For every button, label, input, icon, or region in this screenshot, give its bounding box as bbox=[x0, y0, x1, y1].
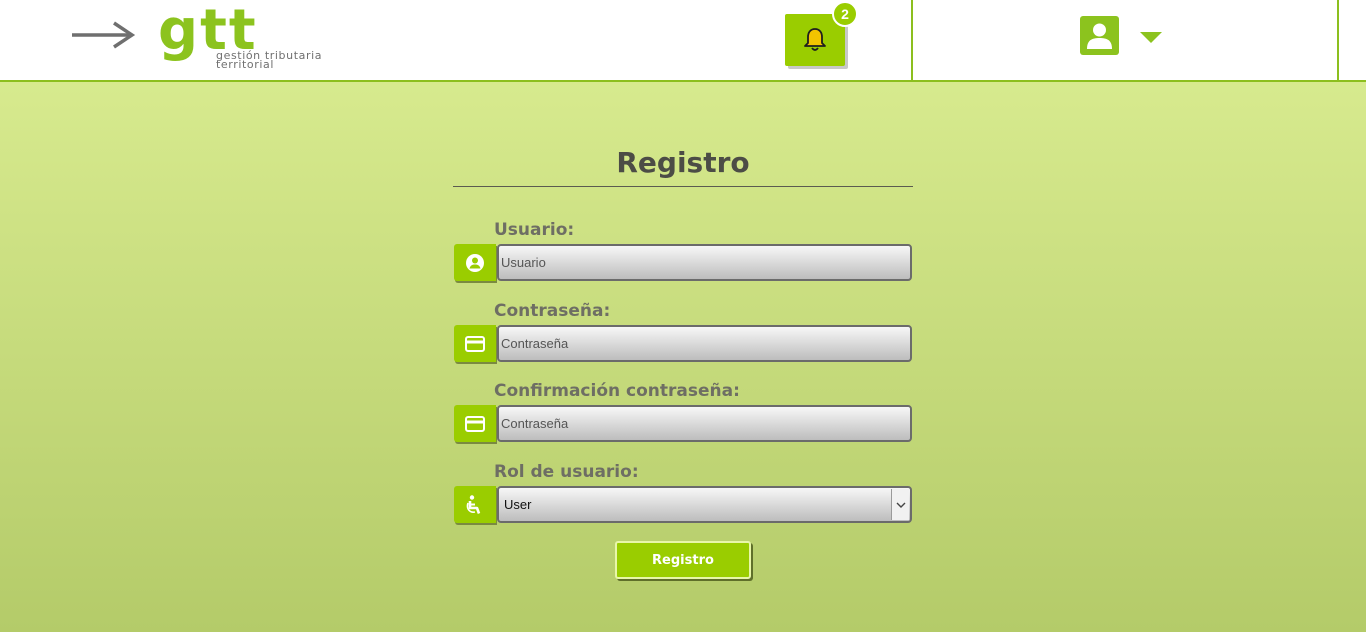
registration-panel: Registro Usuario: Contraseña: Confirmaci… bbox=[0, 82, 1366, 632]
notifications-badge[interactable]: 2 bbox=[832, 1, 858, 27]
header: gtt gestión tributaria territorial 2 bbox=[0, 0, 1366, 82]
confirm-password-label: Confirmación contraseña: bbox=[494, 381, 740, 401]
chevron-down-icon[interactable] bbox=[891, 489, 909, 520]
role-label: Rol de usuario: bbox=[494, 462, 639, 482]
confirm-password-input[interactable] bbox=[497, 405, 912, 442]
confirm-password-addon bbox=[454, 405, 496, 442]
bell-icon bbox=[804, 28, 826, 51]
page-title: Registro bbox=[616, 146, 750, 179]
user-menu[interactable] bbox=[1078, 15, 1168, 57]
user-circle-icon bbox=[466, 253, 484, 272]
header-divider-right bbox=[1337, 0, 1339, 80]
password-input[interactable] bbox=[497, 325, 912, 362]
username-label: Usuario: bbox=[494, 220, 575, 240]
header-divider-left bbox=[911, 0, 913, 80]
username-addon bbox=[454, 244, 496, 281]
register-button[interactable]: Registro bbox=[615, 541, 751, 579]
user-icon bbox=[1080, 16, 1119, 55]
accessible-icon bbox=[466, 494, 481, 514]
caret-down-icon[interactable] bbox=[1140, 32, 1162, 43]
title-divider bbox=[453, 186, 913, 187]
role-select[interactable]: User bbox=[497, 486, 912, 523]
card-icon bbox=[465, 335, 485, 352]
logo-subtitle: gestión tributaria territorial bbox=[216, 50, 322, 70]
card-icon bbox=[465, 415, 485, 432]
username-input[interactable] bbox=[497, 244, 912, 281]
password-addon bbox=[454, 325, 496, 362]
role-addon bbox=[454, 486, 496, 523]
gtt-logo[interactable]: gtt gestión tributaria territorial bbox=[70, 0, 360, 74]
password-label: Contraseña: bbox=[494, 301, 611, 321]
role-select-value: User bbox=[504, 497, 532, 512]
arrow-right-icon bbox=[72, 21, 136, 49]
